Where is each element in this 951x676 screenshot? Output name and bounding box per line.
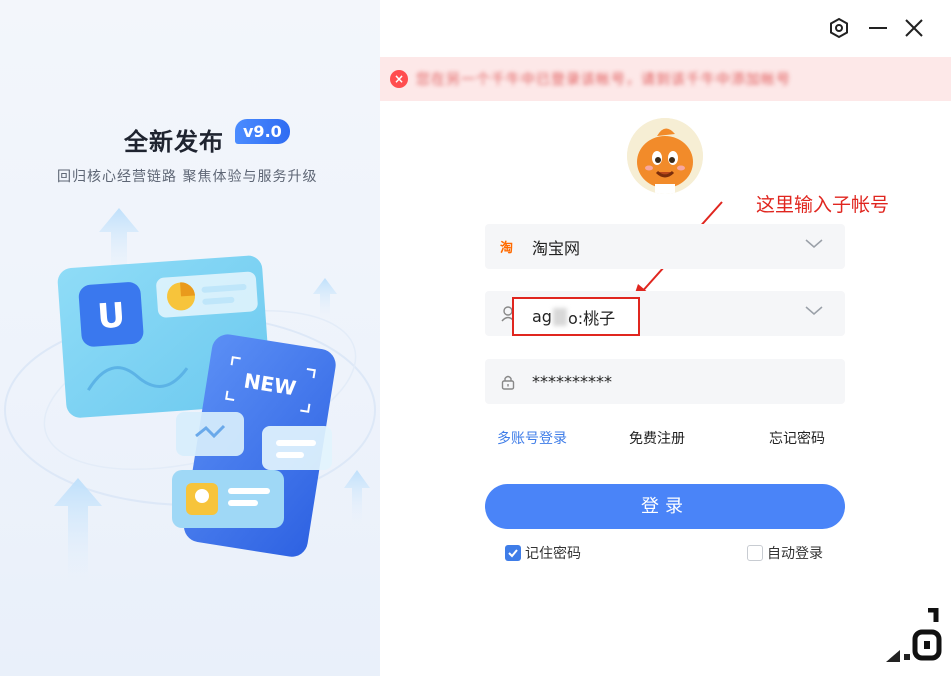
minimize-icon[interactable] — [865, 15, 891, 41]
version-badge: v9.0 — [235, 119, 290, 144]
corner-logo-mark — [886, 608, 942, 662]
taobao-icon: 淘 — [500, 241, 514, 256]
error-icon: × — [390, 70, 408, 88]
checkbox-checked-icon[interactable] — [505, 545, 521, 561]
login-panel — [380, 0, 951, 676]
svg-text:U: U — [96, 295, 126, 337]
up-arrow-icon — [344, 470, 370, 525]
error-message: 您在另一个千牛中已登录该帐号，请到该千牛中添加帐号 — [416, 72, 791, 88]
login-button[interactable]: 登录 — [485, 484, 845, 529]
redacted-mark — [552, 307, 567, 326]
up-arrow-icon — [313, 278, 337, 320]
settings-hexagon-icon[interactable] — [826, 15, 852, 41]
password-value: ********** — [532, 372, 612, 391]
auto-login-label: 自动登录 — [767, 546, 823, 562]
remember-password-checkbox[interactable]: 记住密码 — [505, 543, 581, 563]
error-banner: × 您在另一个千牛中已登录该帐号，请到该千牛中添加帐号 — [380, 57, 951, 101]
lock-icon — [501, 375, 515, 390]
close-icon[interactable] — [901, 15, 927, 41]
register-link[interactable]: 免费注册 — [629, 428, 685, 448]
checkbox-unchecked-icon[interactable] — [747, 545, 763, 561]
account-input-highlight[interactable]: ag o:桃子 — [512, 297, 640, 336]
annotation-label: 这里输入子帐号 — [756, 194, 890, 216]
auto-login-checkbox[interactable]: 自动登录 — [747, 543, 823, 563]
chevron-down-icon[interactable] — [805, 305, 823, 317]
site-select[interactable]: 淘 淘宝网 — [485, 224, 845, 269]
promo-panel: 全新发布 v9.0 回归核心经营链路 聚焦体验与服务升级 U NEW — [0, 0, 380, 676]
account-suffix: o:桃子 — [567, 308, 616, 328]
avatar — [627, 118, 703, 194]
forgot-password-link[interactable]: 忘记密码 — [769, 428, 825, 448]
chevron-down-icon[interactable] — [805, 238, 823, 250]
promo-title: 全新发布 — [124, 128, 224, 156]
account-prefix: ag — [532, 307, 552, 326]
promo-subtitle: 回归核心经营链路 聚焦体验与服务升级 — [57, 169, 318, 185]
password-field[interactable]: ********** — [485, 359, 845, 404]
site-select-value: 淘宝网 — [532, 238, 581, 258]
promo-illustration: U NEW — [4, 208, 376, 590]
multi-account-login-link[interactable]: 多账号登录 — [497, 428, 567, 448]
up-arrow-icon — [54, 478, 102, 590]
remember-password-label: 记住密码 — [525, 546, 581, 562]
